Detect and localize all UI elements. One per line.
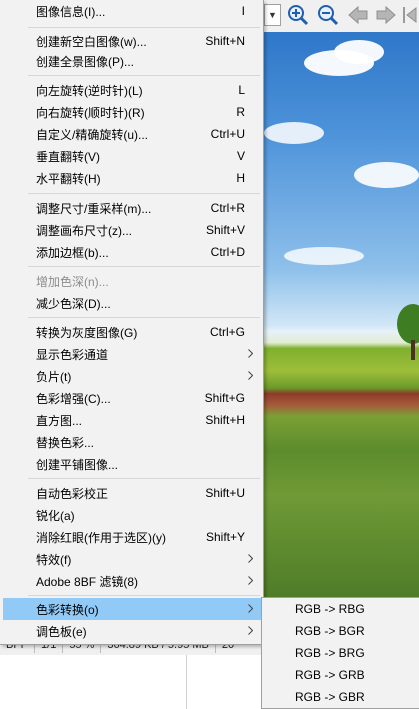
menu-separator — [28, 193, 260, 194]
menu-item-effects[interactable]: 特效(f) — [3, 548, 261, 570]
menu-separator — [28, 266, 260, 267]
chevron-right-icon — [248, 576, 253, 585]
menu-item-rotate-left[interactable]: 向左旋转(逆时针)(L) L — [3, 79, 261, 101]
chevron-right-icon — [248, 604, 253, 613]
menu-separator — [28, 478, 260, 479]
chevron-right-icon — [248, 371, 253, 380]
forward-arrow-icon — [376, 5, 396, 25]
menu-item-tiled-image[interactable]: 创建平铺图像... — [3, 453, 261, 475]
menu-item-auto-color-correct[interactable]: 自动色彩校正 Shift+U — [3, 482, 261, 504]
zoom-combo[interactable]: ▼ — [264, 4, 281, 26]
back-arrow-icon — [348, 5, 368, 25]
menu-item-color-enhance[interactable]: 色彩增强(C)... Shift+G — [3, 387, 261, 409]
menu-item-color-conversion[interactable]: 色彩转换(o) — [3, 598, 261, 620]
combo-dropdown-icon: ▼ — [268, 10, 277, 20]
next-icon — [403, 6, 417, 24]
pane-divider[interactable] — [186, 655, 187, 709]
menu-item-decrease-color-depth[interactable]: 减少色深(D)... — [3, 292, 261, 314]
submenu-item-rbg[interactable]: RGB -> RBG — [264, 598, 418, 620]
submenu-item-bgr[interactable]: RGB -> BGR — [264, 620, 418, 642]
submenu-item-grb[interactable]: RGB -> GRB — [264, 664, 418, 686]
menu-separator — [28, 27, 260, 28]
menu-item-new-blank-image[interactable]: 创建新空白图像(w)... Shift+N — [3, 30, 261, 52]
color-conversion-submenu: RGB -> RBG RGB -> BGR RGB -> BRG RGB -> … — [261, 597, 419, 709]
menu-separator — [28, 595, 260, 596]
menu-item-adobe-8bf[interactable]: Adobe 8BF 滤镜(8) — [3, 570, 261, 592]
menu-item-grayscale[interactable]: 转换为灰度图像(G) Ctrl+G — [3, 321, 261, 343]
menu-item-palette[interactable]: 调色板(e) — [3, 620, 261, 642]
menu-separator — [28, 75, 260, 76]
zoom-out-button[interactable] — [316, 3, 340, 27]
cloud — [264, 122, 324, 144]
chevron-right-icon — [248, 349, 253, 358]
forward-button[interactable] — [374, 3, 398, 27]
menu-item-negative[interactable]: 负片(t) — [3, 365, 261, 387]
submenu-item-gbr[interactable]: RGB -> GBR — [264, 686, 418, 708]
menu-item-canvas-size[interactable]: 调整画布尺寸(z)... Shift+V — [3, 219, 261, 241]
zoom-out-icon — [318, 5, 339, 26]
cloud — [284, 247, 364, 265]
lower-pane — [0, 655, 264, 709]
cloud — [354, 162, 419, 188]
back-button[interactable] — [346, 3, 370, 27]
zoom-in-icon — [288, 5, 309, 26]
menu-item-resize[interactable]: 调整尺寸/重采样(m)... Ctrl+R — [3, 197, 261, 219]
menu-item-panorama[interactable]: 创建全景图像(P)... — [3, 50, 261, 72]
menu-item-sharpen[interactable]: 锐化(a) — [3, 504, 261, 526]
menu-item-image-info[interactable]: 图像信息(I)... I — [3, 0, 261, 22]
menu-item-replace-color[interactable]: 替换色彩... — [3, 431, 261, 453]
image-view[interactable] — [264, 32, 419, 597]
menu-item-red-eye[interactable]: 消除红眼(作用于选区)(y) Shift+Y — [3, 526, 261, 548]
menu-item-histogram[interactable]: 直方图... Shift+H — [3, 409, 261, 431]
menu-separator — [28, 317, 260, 318]
next-button[interactable] — [400, 3, 419, 27]
menu-item-flip-vertical[interactable]: 垂直翻转(V) V — [3, 145, 261, 167]
menu-item-rotate-right[interactable]: 向右旋转(顺时针)(R) R — [3, 101, 261, 123]
menu-item-add-border[interactable]: 添加边框(b)... Ctrl+D — [3, 241, 261, 263]
submenu-item-brg[interactable]: RGB -> BRG — [264, 642, 418, 664]
cloud — [334, 40, 384, 64]
tree-graphic — [397, 304, 419, 360]
menu-item-show-channels[interactable]: 显示色彩通道 — [3, 343, 261, 365]
image-menu: 图像信息(I)... I 创建新空白图像(w)... Shift+N 创建全景图像(… — [0, 0, 264, 645]
chevron-right-icon — [248, 626, 253, 635]
menu-item-increase-color-depth: 增加色深(n)... — [36, 274, 109, 289]
menu-item-flip-horizontal[interactable]: 水平翻转(H) H — [3, 167, 261, 189]
chevron-right-icon — [248, 554, 253, 563]
zoom-in-button[interactable] — [286, 3, 310, 27]
menu-item-custom-rotate[interactable]: 自定义/精确旋转(u)... Ctrl+U — [3, 123, 261, 145]
